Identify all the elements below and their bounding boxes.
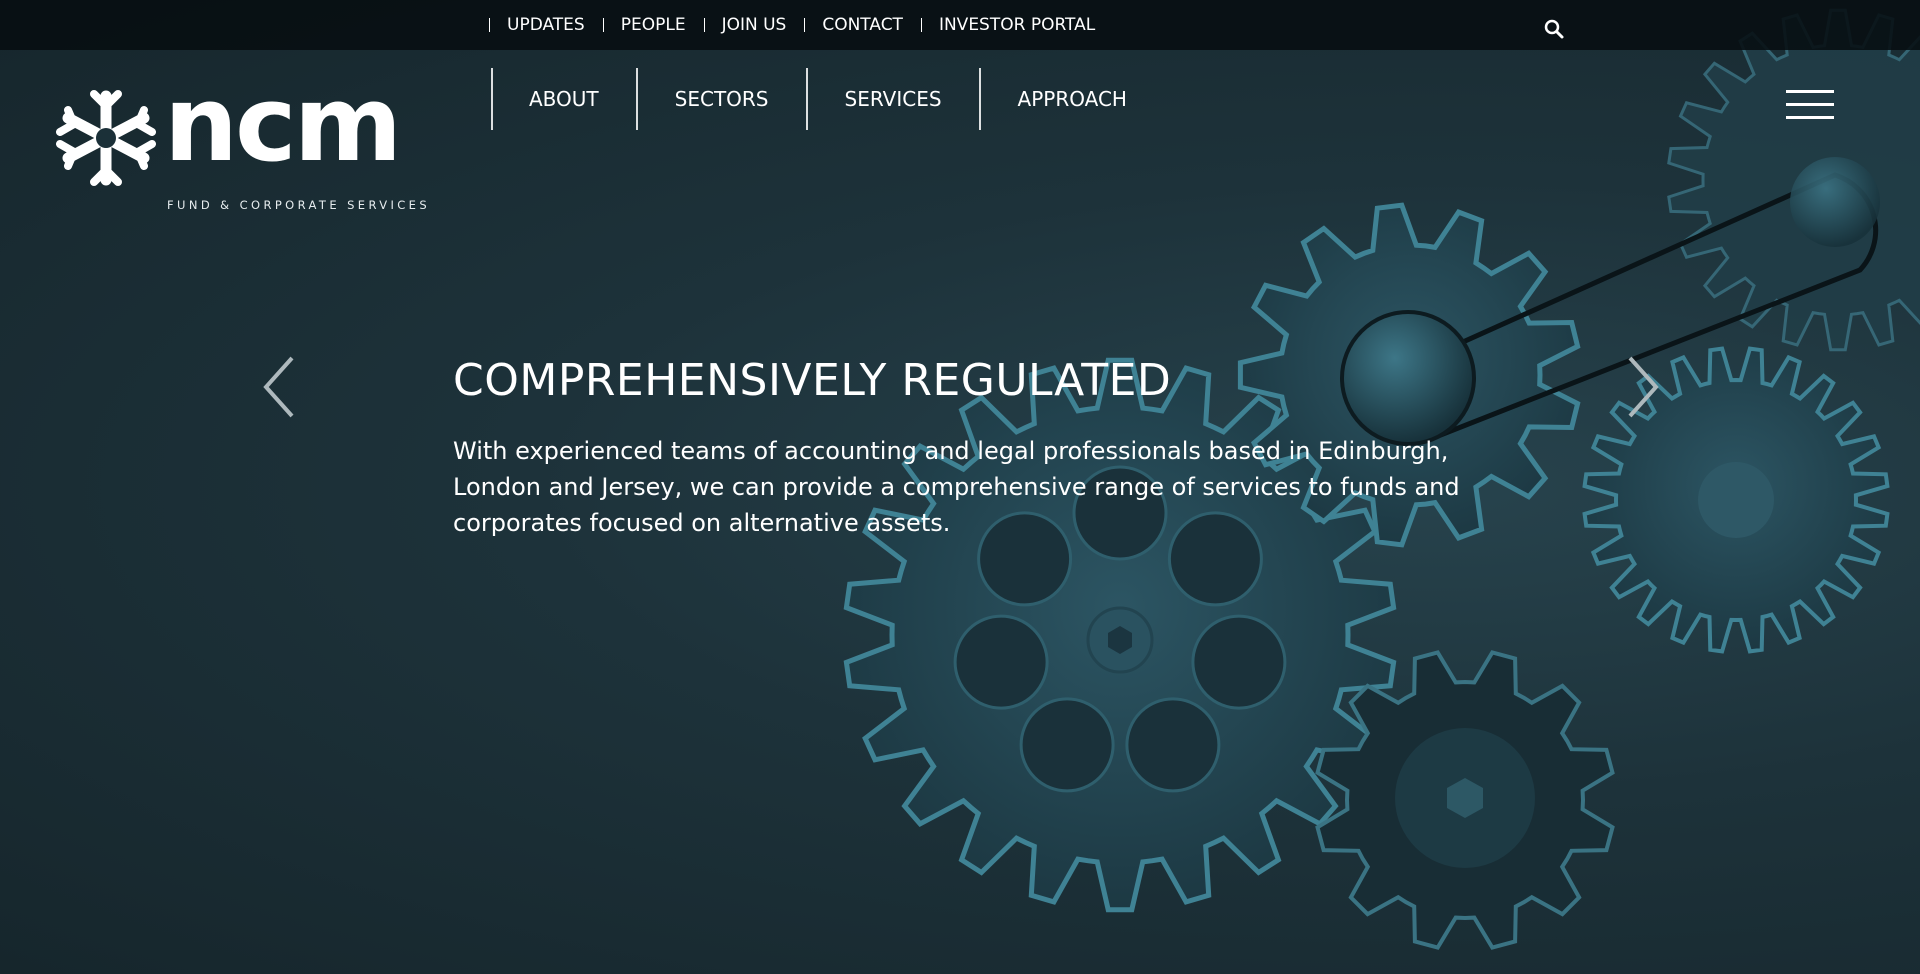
ncm-logo[interactable]: ncm FUND & CORPORATE SERVICES [56, 72, 427, 216]
utility-link-updates[interactable]: UPDATES [489, 15, 603, 35]
nav-item-sectors[interactable]: SECTORS [635, 68, 806, 130]
slide-title: COMPREHENSIVELY REGULATED [453, 355, 1172, 406]
utility-link-join-us[interactable]: JOIN US [703, 15, 805, 35]
top-utility-bar: UPDATES PEOPLE JOIN US CONTACT INVESTOR … [0, 0, 1920, 50]
hamburger-line [1786, 103, 1834, 106]
gear-back-top-right [1667, 8, 1920, 352]
gear-hole [953, 614, 1049, 710]
search-button[interactable] [1542, 17, 1566, 41]
search-icon [1544, 19, 1564, 39]
slider-prev-button[interactable] [260, 352, 300, 422]
hamburger-menu-button[interactable] [1786, 90, 1834, 120]
main-nav: ABOUT SECTORS SERVICES APPROACH [491, 68, 1164, 130]
gear-hole [1125, 697, 1221, 793]
slider-next-button[interactable] [1622, 352, 1662, 422]
logo-wordmark: ncm [164, 63, 402, 185]
nav-item-services[interactable]: SERVICES [805, 68, 979, 130]
chevron-left-icon [263, 356, 294, 418]
hamburger-line [1786, 116, 1834, 119]
nav-item-about[interactable]: ABOUT [491, 68, 636, 130]
hamburger-menu-icon [1786, 90, 1834, 93]
utility-link-investor-portal[interactable]: INVESTOR PORTAL [920, 15, 1113, 35]
snowflake-logo-icon [56, 90, 156, 186]
utility-nav: UPDATES PEOPLE JOIN US CONTACT INVESTOR … [489, 0, 1113, 50]
slide-body: With experienced teams of accounting and… [453, 437, 1460, 537]
utility-link-contact[interactable]: CONTACT [804, 15, 921, 35]
gear-hole [1019, 697, 1115, 793]
nav-item-approach[interactable]: APPROACH [978, 68, 1164, 130]
utility-link-people[interactable]: PEOPLE [602, 15, 704, 35]
gear-hole [1191, 614, 1287, 710]
chevron-right-icon [1628, 356, 1659, 418]
logo-tagline: FUND & CORPORATE SERVICES [167, 198, 431, 212]
